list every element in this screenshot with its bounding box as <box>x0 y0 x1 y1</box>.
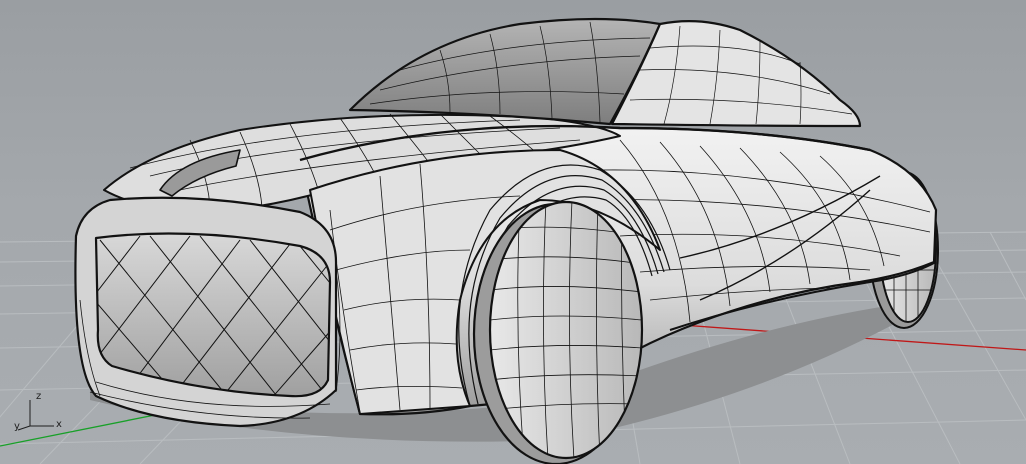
axis-label-x: x <box>56 419 62 430</box>
front-wheel[interactable] <box>472 200 644 464</box>
axis-label-z: z <box>36 391 42 402</box>
car-model[interactable] <box>60 17 939 464</box>
axis-label-y: y <box>14 421 20 432</box>
axis-widget: z y x <box>10 386 70 436</box>
viewport-canvas[interactable] <box>0 0 1026 464</box>
perspective-viewport[interactable]: z y x <box>0 0 1026 464</box>
windshield <box>348 17 662 126</box>
